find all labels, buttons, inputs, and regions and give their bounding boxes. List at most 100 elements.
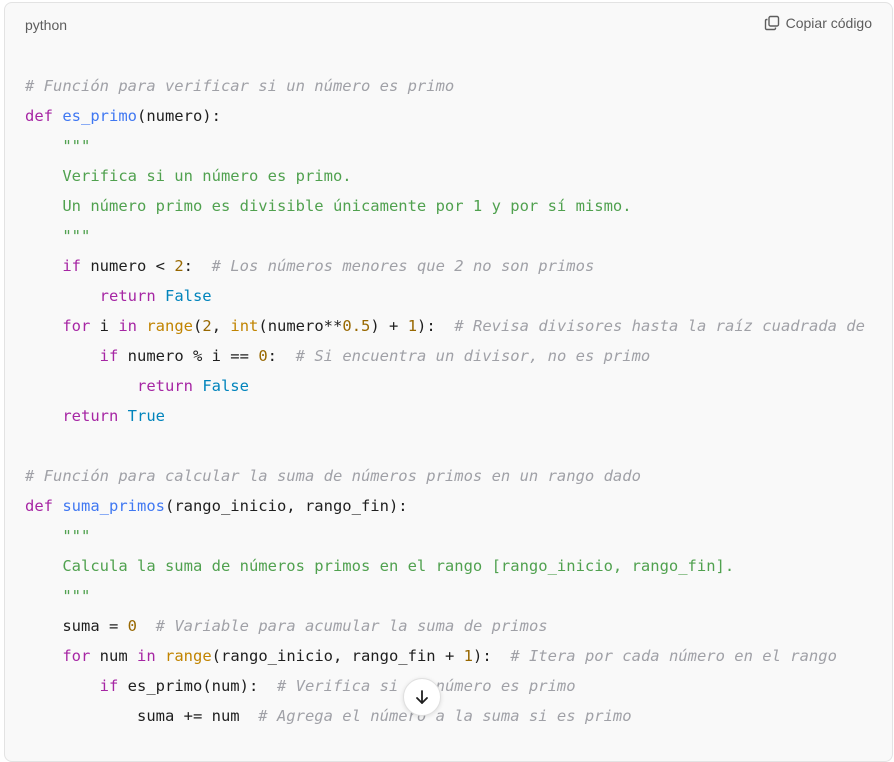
code-token: suma += num — [25, 707, 259, 725]
code-token: es_primo(num): — [118, 677, 277, 695]
code-token: ): — [417, 317, 455, 335]
code-line: """ — [25, 521, 865, 551]
code-token: # Variable para acumular la suma de prim… — [155, 617, 548, 635]
code-line: if es_primo(num): # Verifica si el númer… — [25, 671, 865, 701]
code-token: # Función para calcular la suma de númer… — [25, 467, 641, 485]
code-token: es_primo — [62, 107, 137, 125]
code-token: return — [136, 377, 203, 395]
code-line: if numero % i == 0: # Si encuentra un di… — [25, 341, 865, 371]
code-token: """ — [62, 587, 91, 605]
code-token: """ — [62, 527, 91, 545]
code-token: range — [146, 317, 193, 335]
code-token: def — [25, 497, 63, 515]
code-token: : — [267, 347, 296, 365]
code-line: for i in range(2, int(numero**0.5) + 1):… — [25, 311, 865, 341]
code-token: (rango_inicio, rango_fin): — [164, 497, 408, 515]
code-line: """ — [25, 581, 865, 611]
code-token: # Si encuentra un divisor, no es primo — [295, 347, 651, 365]
code-token: (numero): — [136, 107, 221, 125]
code-line: if numero < 2: # Los números menores que… — [25, 251, 865, 281]
code-token: return — [99, 287, 165, 305]
code-line: # Función para verificar si un número es… — [25, 71, 865, 101]
code-line: suma = 0 # Variable para acumular la sum… — [25, 611, 865, 641]
code-line: return True — [25, 401, 865, 431]
code-token: # Los números menores que 2 no son primo… — [211, 257, 595, 275]
code-token: 0 — [258, 347, 268, 365]
code-line: # Función para calcular la suma de númer… — [25, 461, 865, 491]
code-token: True — [127, 407, 165, 425]
code-token: Calcula la suma de números primos en el … — [62, 557, 735, 575]
code-token: if — [99, 677, 119, 695]
code-token: , — [211, 317, 231, 335]
code-token: for — [62, 317, 91, 335]
code-token: Un número primo es divisible únicamente … — [62, 197, 632, 215]
code-token: 2 — [202, 317, 212, 335]
copy-code-label: Copiar código — [785, 15, 872, 31]
copy-code-button[interactable]: Copiar código — [764, 15, 872, 31]
code-token: : — [183, 257, 212, 275]
code-token: """ — [62, 137, 91, 155]
code-token: return — [62, 407, 128, 425]
code-line: Calcula la suma de números primos en el … — [25, 551, 865, 581]
code-token: """ — [62, 227, 91, 245]
code-token: False — [164, 287, 212, 305]
code-token: if — [99, 347, 119, 365]
code-token: Verifica si un número es primo. — [62, 167, 352, 185]
code-line: """ — [25, 221, 865, 251]
code-token: 0.5 — [342, 317, 371, 335]
code-token: def — [25, 107, 63, 125]
code-header: python Copiar código — [5, 3, 892, 51]
code-line: Un número primo es divisible únicamente … — [25, 191, 865, 221]
code-token: i — [90, 317, 119, 335]
code-token: range — [165, 647, 212, 665]
code-token: num — [90, 647, 137, 665]
code-token: suma = — [25, 617, 128, 635]
code-token: # Función para verificar si un número es… — [25, 77, 455, 95]
code-line: def es_primo(numero): — [25, 101, 865, 131]
arrow-down-icon — [416, 690, 428, 704]
code-line: return False — [25, 281, 865, 311]
code-token: numero % i == — [118, 347, 259, 365]
code-token: int — [230, 317, 259, 335]
code-token: # Revisa divisores hasta la raíz cuadrad… — [454, 317, 865, 335]
code-block: python Copiar código # Función para veri… — [4, 2, 893, 762]
copy-icon — [764, 15, 779, 31]
code-token: ): — [472, 647, 511, 665]
code-token: 2 — [174, 257, 184, 275]
code-token: for — [62, 647, 91, 665]
code-token: numero < — [81, 257, 175, 275]
language-label: python — [25, 17, 68, 33]
code-line: return False — [25, 371, 865, 401]
code-content: # Función para verificar si un número es… — [25, 71, 865, 731]
scroll-down-button[interactable] — [403, 678, 441, 716]
code-line: """ — [25, 131, 865, 161]
code-token: (rango_inicio, rango_fin + — [211, 647, 464, 665]
code-line: for num in range(rango_inicio, rango_fin… — [25, 641, 865, 671]
code-token: if — [62, 257, 81, 275]
code-token: 0 — [127, 617, 137, 635]
code-token: in — [118, 317, 147, 335]
code-token: 1 — [463, 647, 473, 665]
code-token: ) + — [370, 317, 408, 335]
code-token: (numero** — [258, 317, 343, 335]
code-token: # Itera por cada número en el rango — [510, 647, 837, 665]
code-line: Verifica si un número es primo. — [25, 161, 865, 191]
code-token: ( — [193, 317, 203, 335]
